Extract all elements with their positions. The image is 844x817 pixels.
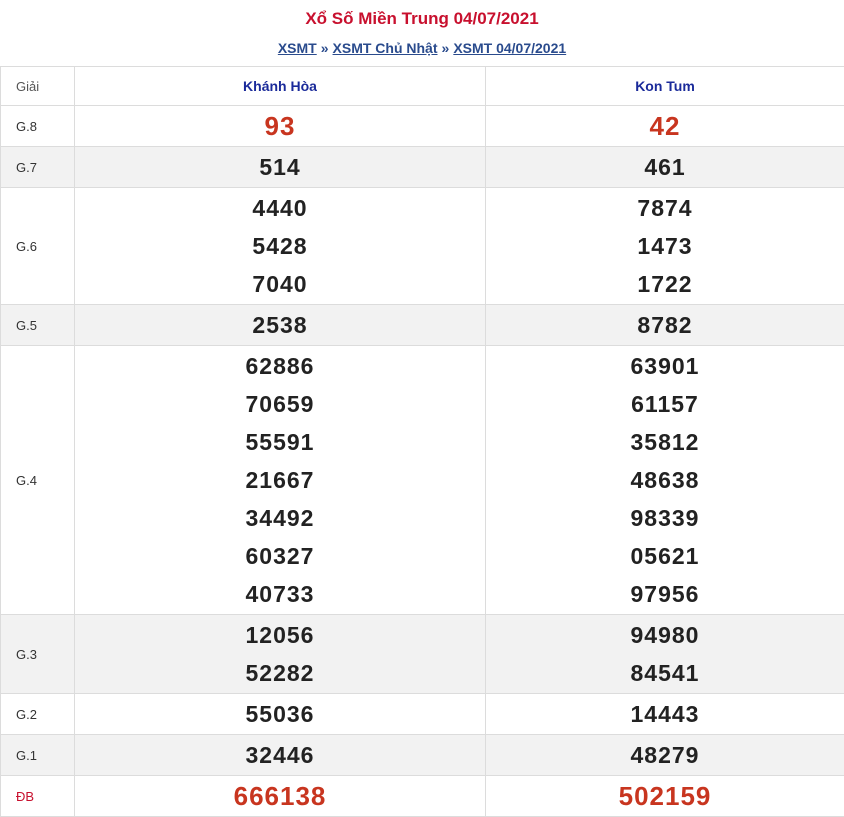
table-row: G.89342	[1, 106, 844, 147]
page-title: Xổ Số Miền Trung 04/07/2021	[0, 0, 844, 30]
prize-label: G.2	[1, 694, 75, 735]
breadcrumb-separator: »	[321, 40, 329, 56]
prize-label: G.5	[1, 305, 75, 346]
prize-label: ĐB	[1, 776, 75, 817]
result-number: 97956	[487, 575, 843, 613]
breadcrumb-link-xsmt-sunday[interactable]: XSMT Chủ Nhật	[333, 40, 438, 56]
result-number: 48638	[487, 461, 843, 499]
breadcrumb-separator: »	[442, 40, 450, 56]
breadcrumb-link-xsmt[interactable]: XSMT	[278, 40, 317, 56]
kon-tum-cell: 787414731722	[486, 188, 844, 305]
khanh-hoa-cell: 62886706595559121667344926032740733	[75, 346, 486, 615]
kon-tum-cell: 8782	[486, 305, 844, 346]
result-number: 93	[76, 107, 484, 145]
khanh-hoa-cell: 1205652282	[75, 615, 486, 694]
table-row: G.46288670659555912166734492603274073363…	[1, 346, 844, 615]
result-number: 502159	[487, 777, 843, 815]
result-number: 12056	[76, 616, 484, 654]
table-header-row: Giải Khánh Hòa Kon Tum	[1, 67, 844, 106]
table-row: G.7514461	[1, 147, 844, 188]
breadcrumb: XSMT»XSMT Chủ Nhật»XSMT 04/07/2021	[0, 30, 844, 58]
khanh-hoa-cell: 32446	[75, 735, 486, 776]
result-number: 32446	[76, 736, 484, 774]
kon-tum-cell: 48279	[486, 735, 844, 776]
result-number: 52282	[76, 654, 484, 692]
results-table: Giải Khánh Hòa Kon Tum G.89342G.7514461G…	[0, 66, 844, 817]
khanh-hoa-cell: 666138	[75, 776, 486, 817]
table-row: ĐB666138502159	[1, 776, 844, 817]
prize-label: G.4	[1, 346, 75, 615]
kon-tum-cell: 63901611573581248638983390562197956	[486, 346, 844, 615]
result-number: 21667	[76, 461, 484, 499]
result-number: 8782	[487, 306, 843, 344]
khanh-hoa-cell: 514	[75, 147, 486, 188]
prize-label: G.8	[1, 106, 75, 147]
result-number: 2538	[76, 306, 484, 344]
result-number: 5428	[76, 227, 484, 265]
result-number: 1722	[487, 265, 843, 303]
prize-column-header: Giải	[1, 67, 75, 106]
result-number: 35812	[487, 423, 843, 461]
result-number: 94980	[487, 616, 843, 654]
province-header: Kon Tum	[486, 67, 844, 106]
result-number: 63901	[487, 347, 843, 385]
khanh-hoa-cell: 55036	[75, 694, 486, 735]
result-number: 55036	[76, 695, 484, 733]
kon-tum-cell: 461	[486, 147, 844, 188]
prize-label: G.3	[1, 615, 75, 694]
kon-tum-cell: 502159	[486, 776, 844, 817]
result-number: 7040	[76, 265, 484, 303]
result-number: 98339	[487, 499, 843, 537]
result-number: 05621	[487, 537, 843, 575]
result-number: 42	[487, 107, 843, 145]
prize-label: G.1	[1, 735, 75, 776]
result-number: 4440	[76, 189, 484, 227]
result-number: 40733	[76, 575, 484, 613]
result-number: 48279	[487, 736, 843, 774]
result-number: 61157	[487, 385, 843, 423]
result-number: 1473	[487, 227, 843, 265]
table-row: G.525388782	[1, 305, 844, 346]
result-number: 55591	[76, 423, 484, 461]
result-number: 14443	[487, 695, 843, 733]
khanh-hoa-cell: 2538	[75, 305, 486, 346]
prize-label: G.7	[1, 147, 75, 188]
table-row: G.312056522829498084541	[1, 615, 844, 694]
result-number: 666138	[76, 777, 484, 815]
prize-label: G.6	[1, 188, 75, 305]
table-row: G.6444054287040787414731722	[1, 188, 844, 305]
khanh-hoa-cell: 93	[75, 106, 486, 147]
result-number: 60327	[76, 537, 484, 575]
result-number: 7874	[487, 189, 843, 227]
province-header: Khánh Hòa	[75, 67, 486, 106]
result-number: 62886	[76, 347, 484, 385]
table-row: G.25503614443	[1, 694, 844, 735]
kon-tum-cell: 9498084541	[486, 615, 844, 694]
result-number: 514	[76, 148, 484, 186]
khanh-hoa-cell: 444054287040	[75, 188, 486, 305]
kon-tum-cell: 14443	[486, 694, 844, 735]
result-number: 70659	[76, 385, 484, 423]
breadcrumb-link-xsmt-date[interactable]: XSMT 04/07/2021	[453, 40, 566, 56]
result-number: 461	[487, 148, 843, 186]
kon-tum-cell: 42	[486, 106, 844, 147]
result-number: 84541	[487, 654, 843, 692]
result-number: 34492	[76, 499, 484, 537]
table-row: G.13244648279	[1, 735, 844, 776]
